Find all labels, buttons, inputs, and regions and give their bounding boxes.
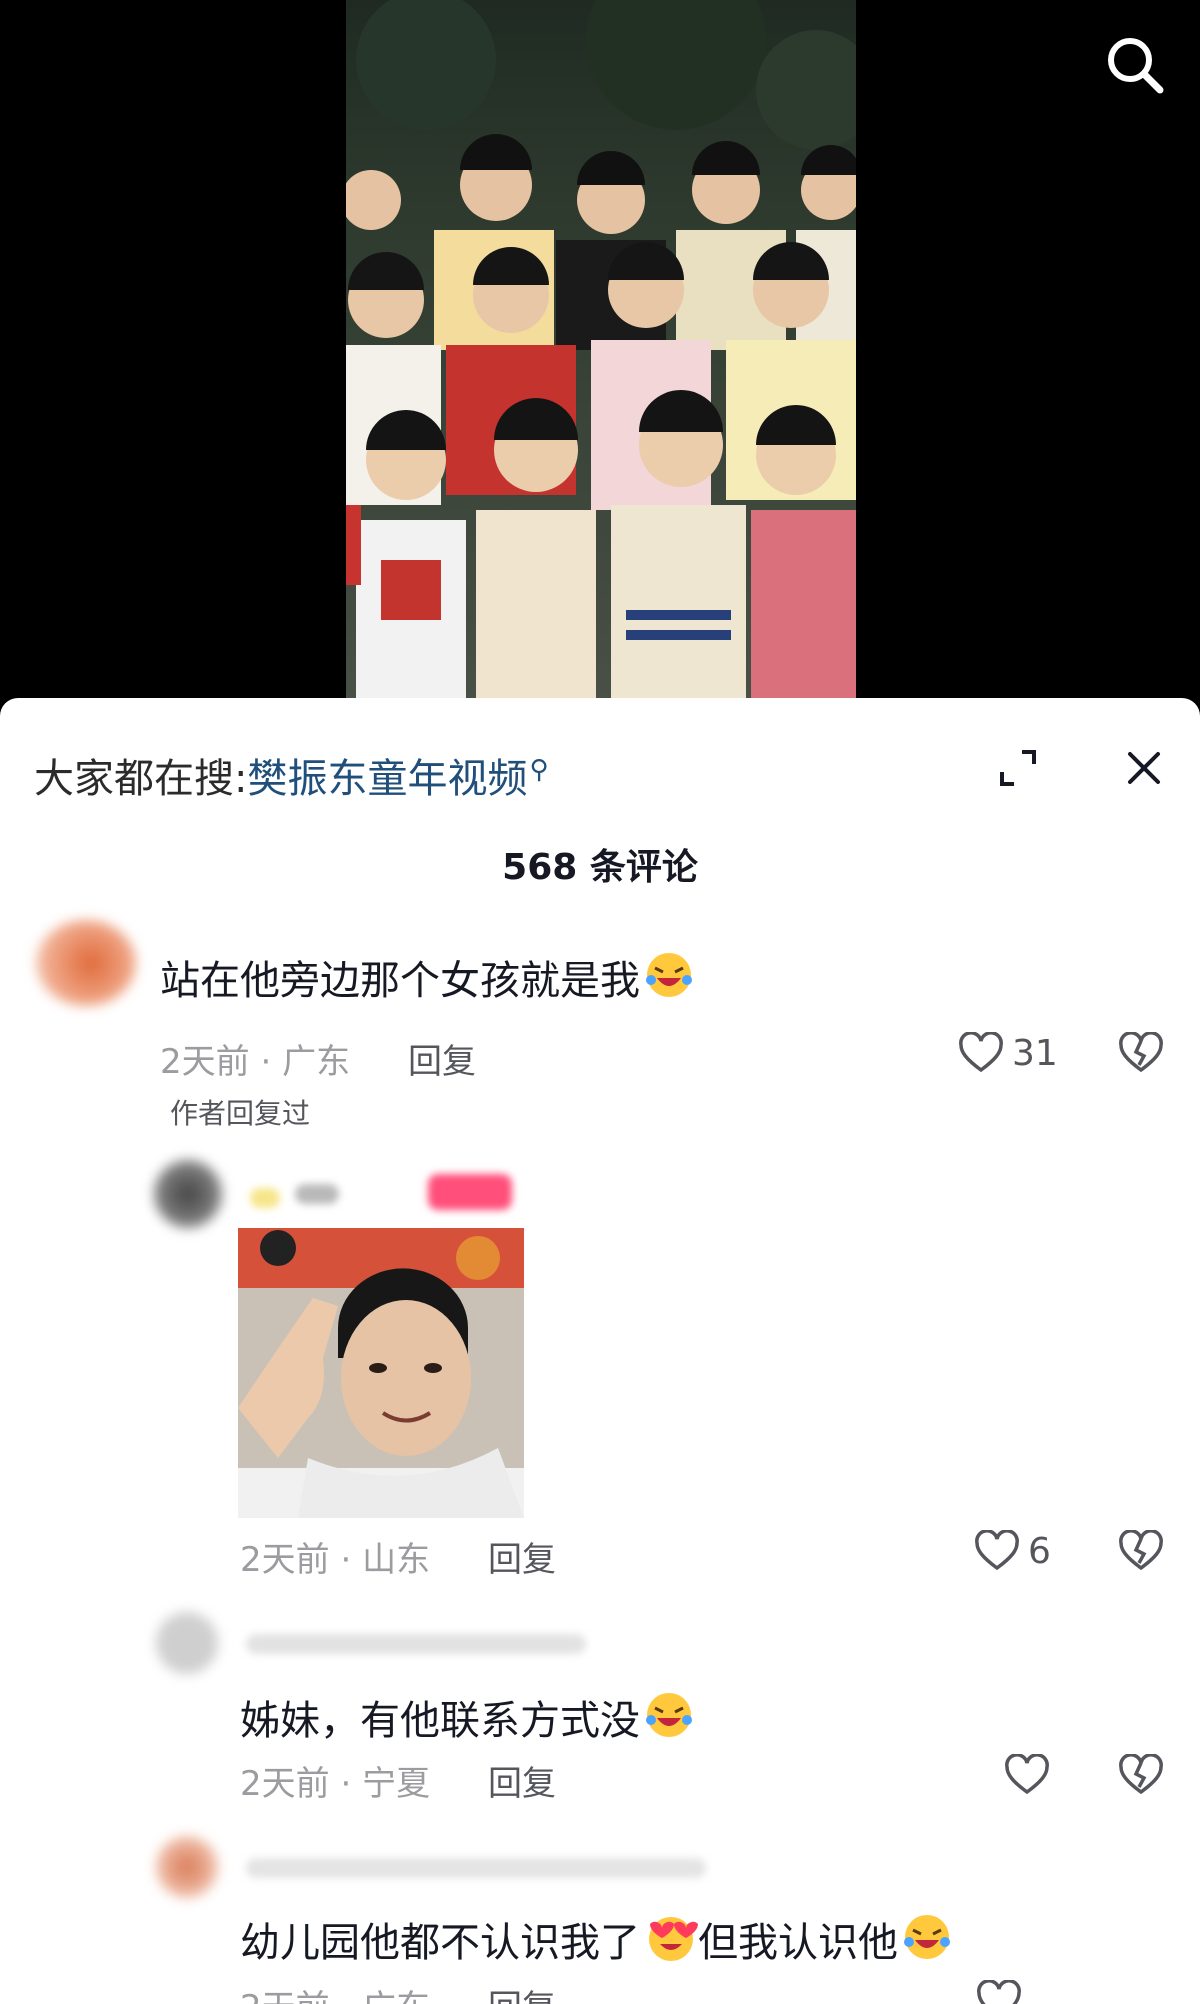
avatar[interactable]	[154, 1160, 222, 1228]
search-suggestion-prefix: 大家都在搜:	[34, 756, 248, 802]
reply-button[interactable]: 回复	[488, 1532, 556, 1581]
username-blurred	[246, 1634, 586, 1654]
heart-icon	[975, 1530, 1019, 1571]
comment-meta: 2天前 · 山东	[240, 1540, 431, 1580]
reply-image[interactable]	[238, 1228, 524, 1518]
laugh-cry-emoji	[646, 1693, 692, 1737]
avatar[interactable]	[156, 1612, 218, 1674]
avatar[interactable]	[156, 1836, 218, 1898]
dislike-icon[interactable]	[1118, 1530, 1164, 1572]
comment-sheet: 大家都在搜:樊振东童年视频⚲ 568 条评论 站在他旁边那个女孩就是我 2天前 …	[0, 698, 1200, 2004]
author-replied-badge: 作者回复过	[170, 1097, 311, 1130]
expand-icon	[1000, 750, 1036, 786]
search-small-icon: ⚲	[529, 754, 549, 785]
username-blurred	[246, 1858, 706, 1878]
comment-text: 姊妹，有他联系方式没	[240, 1688, 694, 1746]
heart-icon[interactable]	[1004, 1754, 1050, 1796]
search-icon	[1108, 38, 1164, 94]
badge-blurred	[428, 1174, 512, 1210]
like-count: 31	[1012, 1032, 1058, 1074]
heart-icon[interactable]	[976, 1980, 1022, 2004]
expand-button[interactable]	[996, 746, 1040, 790]
reply-button[interactable]: 回复	[488, 1756, 556, 1805]
dislike-icon[interactable]	[1118, 1032, 1164, 1074]
username-blurred	[250, 1188, 280, 1208]
reply-button[interactable]: 回复	[488, 1980, 556, 2004]
heart-eyes-emoji	[649, 1917, 698, 1961]
search-suggestion[interactable]: 大家都在搜:樊振东童年视频⚲	[34, 746, 549, 804]
video-player[interactable]	[0, 0, 1200, 700]
comment-meta: 2天前 · 广东	[240, 1980, 430, 2004]
search-suggestion-keyword[interactable]: 樊振东童年视频	[247, 756, 527, 802]
laugh-cry-emoji	[904, 1915, 950, 1959]
reply-button[interactable]: 回复	[408, 1034, 476, 1083]
comment-count: 568 条评论	[502, 847, 698, 888]
username-blurred	[295, 1184, 339, 1204]
like-button[interactable]: 31	[958, 1032, 1058, 1074]
comment-text: 幼儿园他都不认识我了 但我认识他	[240, 1910, 952, 1968]
video-frame-image	[346, 0, 856, 700]
laugh-cry-emoji	[646, 953, 692, 997]
comment-meta: 2天前 · 广东	[160, 1042, 351, 1082]
comment-text: 站在他旁边那个女孩就是我	[160, 948, 694, 1006]
dislike-icon[interactable]	[1118, 1754, 1164, 1796]
like-count: 6	[1028, 1530, 1051, 1572]
avatar[interactable]	[36, 920, 136, 1006]
close-icon	[1128, 752, 1160, 784]
comment-meta: 2天前 · 宁夏	[240, 1764, 431, 1804]
like-button[interactable]: 6	[974, 1530, 1051, 1572]
search-button[interactable]	[1100, 30, 1170, 100]
heart-icon	[959, 1032, 1003, 1073]
close-button[interactable]	[1120, 744, 1168, 792]
